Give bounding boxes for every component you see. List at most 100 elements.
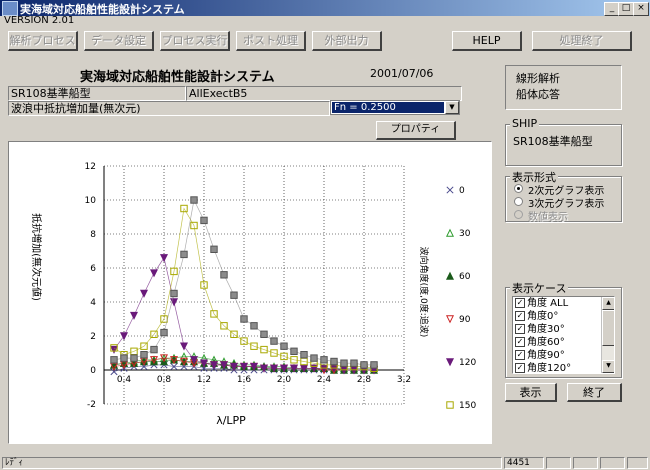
- checkbox[interactable]: ✓: [515, 350, 525, 360]
- quantity-field: 波浪中抵抗増加量(無次元): [8, 101, 330, 116]
- checkbox[interactable]: ✓: [515, 324, 525, 334]
- checkbox[interactable]: ✓: [515, 311, 525, 321]
- list-item[interactable]: ✓ 角度0°: [513, 310, 601, 323]
- radio-2d[interactable]: 2次元グラフ表示: [514, 183, 619, 197]
- fn-select[interactable]: Fn = 0.2500 ▼: [330, 100, 460, 115]
- checkbox[interactable]: ✓: [515, 298, 525, 308]
- page-title: 実海域対応船舶性能設計システム: [80, 70, 275, 85]
- checkbox[interactable]: ✓: [515, 337, 525, 347]
- status-text: ﾚﾃﾞｨ: [2, 457, 502, 469]
- list-item-label: 角度60°: [527, 337, 565, 348]
- x-tick-label: 0.8: [157, 375, 172, 385]
- data-point: [445, 358, 455, 367]
- data-point: [179, 342, 189, 351]
- data-point: [119, 332, 129, 341]
- radio-3d[interactable]: 3次元グラフ表示: [514, 196, 619, 210]
- list-item[interactable]: ✓ 角度90°: [513, 349, 601, 362]
- show-button[interactable]: 表示: [505, 383, 557, 402]
- list-item[interactable]: ✓ 角度120°: [513, 362, 601, 374]
- date-label: 2001/07/06: [370, 67, 434, 80]
- ship-type-field: SR108基準船型: [8, 86, 186, 101]
- list-item[interactable]: ✓ 角度60°: [513, 336, 601, 349]
- status-cell: [573, 457, 598, 469]
- data-point: [190, 196, 198, 204]
- title-bar: 実海域対応船舶性能設計システム _ □ ×: [0, 0, 650, 16]
- y-tick-label: 12: [85, 162, 96, 172]
- radio-numeric-label: 数値表示: [528, 212, 568, 223]
- resistance-chart: 0.4 0.8 1.2 1.6 2.0 2.4 2.8 3.2 -2 0 2 4 6 8 10 12 0 30 6…: [30, 162, 476, 454]
- radio-2d-circle[interactable]: [514, 184, 523, 193]
- data-point: [445, 271, 455, 280]
- x-tick-label: 2.0: [277, 375, 292, 385]
- y-tick-label: 0: [90, 366, 96, 376]
- legend-item: 150: [446, 401, 476, 411]
- end-button[interactable]: 終了: [567, 383, 622, 402]
- data-point: [130, 354, 138, 362]
- status-cell: [600, 457, 625, 469]
- legend-label: 0: [459, 186, 465, 196]
- analysis-line-2: 船体応答: [516, 88, 560, 101]
- data-point: [150, 345, 158, 354]
- data-point: [340, 359, 348, 367]
- y-tick-label: 4: [90, 298, 96, 308]
- y-tick-label: 2: [90, 332, 96, 342]
- data-point: [129, 311, 139, 320]
- data-point: [350, 359, 358, 367]
- data-point: [139, 289, 149, 298]
- property-button[interactable]: プロパティ: [376, 121, 456, 140]
- ship-group-value: SR108基準船型: [513, 135, 593, 148]
- status-cell: [546, 457, 571, 469]
- data-point: [290, 347, 298, 356]
- data-point: [446, 401, 454, 409]
- chevron-down-icon[interactable]: ▼: [445, 101, 459, 114]
- list-item-label: 角度0°: [527, 311, 559, 322]
- list-item[interactable]: ✓ 角度 ALL: [513, 297, 601, 310]
- data-point: [260, 330, 268, 339]
- legend-label: 90: [459, 315, 471, 325]
- legend-label: 30: [459, 229, 471, 239]
- x-tick-label: 1.6: [237, 375, 252, 385]
- data-point: [110, 356, 118, 364]
- data-point: [120, 354, 128, 362]
- data-point: [210, 245, 218, 253]
- data-point: [240, 315, 248, 323]
- scroll-thumb[interactable]: [602, 310, 614, 346]
- legend-label: 120: [459, 358, 476, 368]
- y-axis-label: 抵抗増加(無次元値): [30, 213, 43, 301]
- maximize-button[interactable]: □: [618, 2, 634, 16]
- data-point: [300, 351, 308, 359]
- scroll-down-icon[interactable]: ▼: [602, 360, 614, 373]
- end-process-button[interactable]: 処理終了: [532, 31, 632, 51]
- list-scrollbar[interactable]: ▲ ▼: [601, 297, 614, 373]
- y-tick-label: -2: [87, 400, 96, 410]
- legend-label: 150: [459, 401, 476, 411]
- data-point: [320, 356, 328, 364]
- analysis-process-button[interactable]: 解析プロセス: [8, 31, 78, 51]
- data-point: [446, 186, 454, 194]
- external-output-button[interactable]: 外部出力: [312, 31, 382, 51]
- radio-3d-circle[interactable]: [514, 197, 523, 206]
- scroll-up-icon[interactable]: ▲: [602, 297, 614, 310]
- data-point: [360, 361, 368, 369]
- close-button[interactable]: ×: [633, 2, 649, 16]
- data-point: [280, 342, 288, 350]
- checkbox[interactable]: ✓: [515, 363, 525, 373]
- list-item-label: 角度120°: [527, 363, 572, 374]
- legend-label: 60: [459, 272, 471, 282]
- help-button[interactable]: HELP: [452, 31, 522, 51]
- process-run-button[interactable]: プロセス実行: [160, 31, 230, 51]
- analysis-box: 線形解析 船体応答: [505, 65, 622, 110]
- legend-item: 120: [445, 358, 476, 368]
- radio-numeric-circle[interactable]: [514, 210, 523, 219]
- data-point: [270, 337, 278, 345]
- version-label: VERSION 2.01: [4, 15, 75, 26]
- radio-numeric[interactable]: 数値表示: [514, 209, 619, 223]
- post-process-button[interactable]: ポスト処理: [236, 31, 306, 51]
- y-tick-label: 8: [90, 230, 96, 240]
- data-point: [310, 354, 318, 362]
- x-tick-label: 2.4: [317, 375, 332, 385]
- data-setting-button[interactable]: データ設定: [84, 31, 154, 51]
- display-case-list[interactable]: ✓ 角度 ALL ✓ 角度0° ✓ 角度30° ✓ 角度60° ✓ 角度90° ✓ 角度12…: [512, 296, 615, 374]
- list-item[interactable]: ✓ 角度30°: [513, 323, 601, 336]
- ship-group-label: SHIP: [510, 117, 540, 130]
